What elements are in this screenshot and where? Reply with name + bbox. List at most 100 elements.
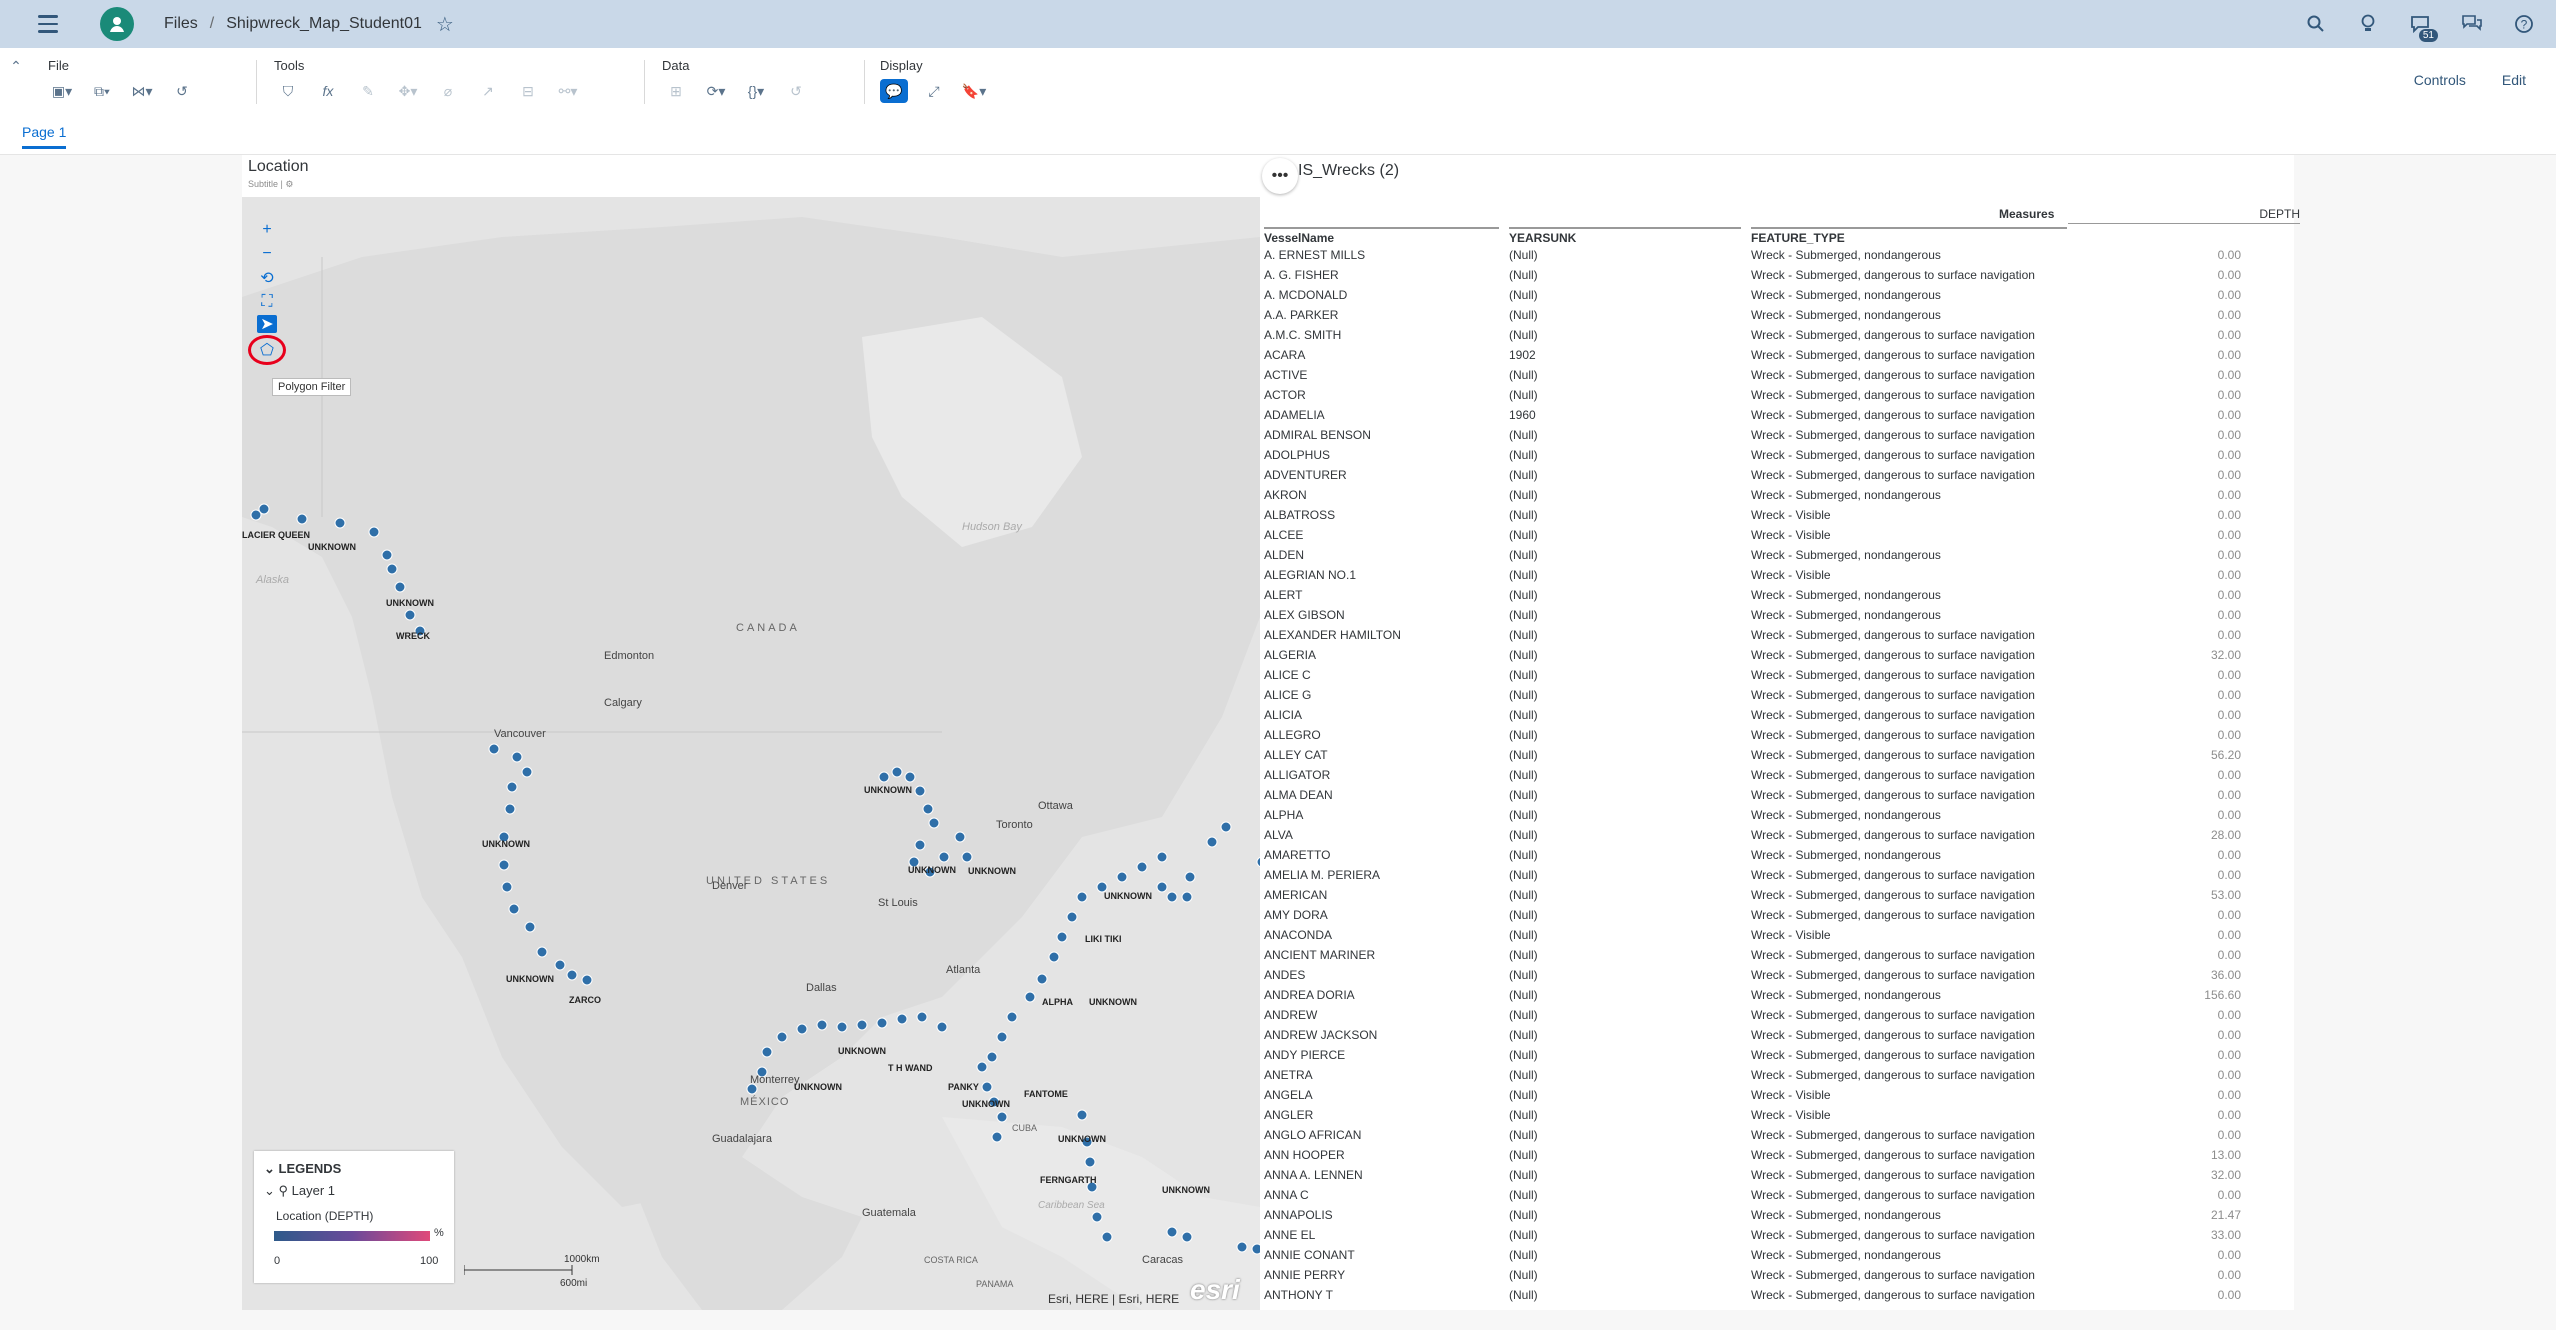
fit-extent-icon[interactable]: ⛶ bbox=[255, 291, 279, 313]
table-row[interactable]: ANGLO AFRICAN (Null) Wreck - Submerged, da… bbox=[1264, 1125, 2304, 1145]
table-row[interactable]: ALGERIA (Null) Wreck - Submerged, dangerou… bbox=[1264, 645, 2304, 665]
bookmark-icon[interactable]: 🔖▾ bbox=[960, 79, 988, 103]
table-row[interactable]: ACTOR (Null) Wreck - Submerged, dangerous … bbox=[1264, 385, 2304, 405]
data-source-icon[interactable]: ⊞ bbox=[662, 79, 690, 103]
move-icon[interactable]: ✥▾ bbox=[394, 79, 422, 103]
legend-header[interactable]: ⌄ LEGENDS bbox=[264, 1161, 341, 1177]
notifications-icon[interactable]: 51 bbox=[2408, 12, 2438, 42]
table-row[interactable]: ANN HOOPER (Null) Wreck - Submerged, dange… bbox=[1264, 1145, 2304, 1165]
table-row[interactable]: ALMA DEAN (Null) Wreck - Submerged, danger… bbox=[1264, 785, 2304, 805]
table-row[interactable]: ANNA A. LENNEN (Null) Wreck - Submerged, d… bbox=[1264, 1165, 2304, 1185]
table-row[interactable]: ALEX GIBSON (Null) Wreck - Submerged, nond… bbox=[1264, 605, 2304, 625]
legend-layer[interactable]: ⌄ ⚲ Layer 1 bbox=[264, 1183, 335, 1199]
table-row[interactable]: A. MCDONALD (Null) Wreck - Submerged, nond… bbox=[1264, 285, 2304, 305]
table-row[interactable]: ADMIRAL BENSON (Null) Wreck - Submerged, d… bbox=[1264, 425, 2304, 445]
table-row[interactable]: ALICE G (Null) Wreck - Submerged, dangerou… bbox=[1264, 685, 2304, 705]
zoom-out-icon[interactable]: − bbox=[255, 243, 279, 265]
table-row[interactable]: ANNAPOLIS (Null) Wreck - Submerged, nondan… bbox=[1264, 1205, 2304, 1225]
link-icon[interactable]: ⚯▾ bbox=[554, 79, 582, 103]
table-row[interactable]: AMELIA M. PERIERA (Null) Wreck - Submerged… bbox=[1264, 865, 2304, 885]
hamburger-menu-icon[interactable] bbox=[34, 10, 62, 38]
table-row[interactable]: ANDREA DORIA (Null) Wreck - Submerged, non… bbox=[1264, 985, 2304, 1005]
more-options-icon[interactable]: ••• bbox=[1262, 158, 1298, 194]
table-row[interactable]: ALDEN (Null) Wreck - Submerged, nondangero… bbox=[1264, 545, 2304, 565]
table-row[interactable]: AMERICAN (Null) Wreck - Submerged, dangero… bbox=[1264, 885, 2304, 905]
polygon-filter-icon[interactable]: ⬠ bbox=[248, 335, 286, 365]
comment-icon[interactable]: 💬 bbox=[880, 79, 908, 103]
chat-icon[interactable] bbox=[2460, 12, 2484, 36]
select-arrow-icon[interactable]: ➤ bbox=[257, 315, 277, 333]
tab-page-1[interactable]: Page 1 bbox=[22, 124, 67, 149]
column-header-vesselname[interactable]: VesselName bbox=[1264, 227, 1499, 245]
table-row[interactable]: ANNA C (Null) Wreck - Submerged, dangerous… bbox=[1264, 1185, 2304, 1205]
table-row[interactable]: ALLEGRO (Null) Wreck - Submerged, dangerou… bbox=[1264, 725, 2304, 745]
table-row[interactable]: ALLIGATOR (Null) Wreck - Submerged, danger… bbox=[1264, 765, 2304, 785]
table-row[interactable]: ADOLPHUS (Null) Wreck - Submerged, dangero… bbox=[1264, 445, 2304, 465]
formula-icon[interactable]: fx bbox=[314, 79, 342, 103]
clear-filter-icon[interactable]: ⌀ bbox=[434, 79, 462, 103]
table-row[interactable]: ANDY PIERCE (Null) Wreck - Submerged, dang… bbox=[1264, 1045, 2304, 1065]
undo-data-icon[interactable]: ↺ bbox=[782, 79, 810, 103]
filter-icon[interactable]: ⛉ bbox=[274, 79, 302, 103]
table-row[interactable]: ALICE C (Null) Wreck - Submerged, dangerou… bbox=[1264, 665, 2304, 685]
table-row[interactable]: ADAMELIA 1960 Wreck - Submerged, dangerous… bbox=[1264, 405, 2304, 425]
favorite-star-icon[interactable]: ☆ bbox=[436, 12, 454, 37]
breadcrumb-files[interactable]: Files bbox=[164, 15, 198, 33]
fullscreen-icon[interactable]: ⤢ bbox=[920, 79, 948, 103]
code-braces-icon[interactable]: {}▾ bbox=[742, 79, 770, 103]
reset-view-icon[interactable]: ⟲ bbox=[255, 267, 279, 289]
table-row[interactable]: ANDREW (Null) Wreck - Submerged, dangerous… bbox=[1264, 1005, 2304, 1025]
table-row[interactable]: AKRON (Null) Wreck - Submerged, nondangero… bbox=[1264, 485, 2304, 505]
zoom-in-icon[interactable]: + bbox=[255, 219, 279, 241]
table-row[interactable]: A. ERNEST MILLS (Null) Wreck - Submerged, … bbox=[1264, 245, 2304, 265]
table-row[interactable]: AMARETTO (Null) Wreck - Submerged, nondang… bbox=[1264, 845, 2304, 865]
table-row[interactable]: ACTIVE (Null) Wreck - Submerged, dangerous… bbox=[1264, 365, 2304, 385]
lightbulb-icon[interactable] bbox=[2356, 12, 2380, 36]
table-row[interactable]: ANNIE CONANT (Null) Wreck - Submerged, non… bbox=[1264, 1245, 2304, 1265]
copy-icon[interactable]: ⧉▾ bbox=[88, 79, 116, 103]
geo-map[interactable]: Hudson Bay CANADA Edmonton Calgary Vanco… bbox=[242, 197, 1260, 1310]
table-row[interactable]: ANGLER (Null) Wreck - Visible 0.00 bbox=[1264, 1105, 2304, 1125]
collapse-toolbar-icon[interactable]: ⌃ bbox=[2, 54, 30, 78]
table-row[interactable]: ALEXANDER HAMILTON (Null) Wreck - Submerge… bbox=[1264, 625, 2304, 645]
table-row[interactable]: ANACONDA (Null) Wreck - Visible 0.00 bbox=[1264, 925, 2304, 945]
compare-icon[interactable]: ⊟ bbox=[514, 79, 542, 103]
edit-pencil-icon[interactable]: ✎ bbox=[354, 79, 382, 103]
table-row[interactable]: ANGELA (Null) Wreck - Visible 0.00 bbox=[1264, 1085, 2304, 1105]
table-row[interactable]: A.M.C. SMITH (Null) Wreck - Submerged, dan… bbox=[1264, 325, 2304, 345]
table-row[interactable]: ALCEE (Null) Wreck - Visible 0.00 bbox=[1264, 525, 2304, 545]
table-row[interactable]: ACARA 1902 Wreck - Submerged, dangerous to… bbox=[1264, 345, 2304, 365]
avatar[interactable] bbox=[100, 7, 134, 41]
edit-link[interactable]: Edit bbox=[2502, 72, 2526, 88]
table-row[interactable]: ALPHA (Null) Wreck - Submerged, nondangero… bbox=[1264, 805, 2304, 825]
table-row[interactable]: ANTHONY T (Null) Wreck - Submerged, danger… bbox=[1264, 1285, 2304, 1305]
table-row[interactable]: ANNIE PERRY (Null) Wreck - Submerged, dang… bbox=[1264, 1265, 2304, 1285]
table-row[interactable]: ALICIA (Null) Wreck - Submerged, dangerous… bbox=[1264, 705, 2304, 725]
column-header-feature-type[interactable]: FEATURE_TYPE bbox=[1751, 227, 2067, 245]
table-row[interactable]: ANCIENT MARINER (Null) Wreck - Submerged, … bbox=[1264, 945, 2304, 965]
history-icon[interactable]: ↺ bbox=[168, 79, 196, 103]
table-row[interactable]: ANDREW JACKSON (Null) Wreck - Submerged, d… bbox=[1264, 1025, 2304, 1045]
search-icon[interactable] bbox=[2304, 12, 2328, 36]
controls-link[interactable]: Controls bbox=[2414, 72, 2466, 88]
help-icon[interactable]: ? bbox=[2512, 12, 2536, 36]
table-row[interactable]: ALERT (Null) Wreck - Submerged, nondangero… bbox=[1264, 585, 2304, 605]
vessel-name-cell: AMARETTO bbox=[1264, 848, 1331, 862]
table-row[interactable]: A. G. FISHER (Null) Wreck - Submerged, dan… bbox=[1264, 265, 2304, 285]
table-row[interactable]: AMY DORA (Null) Wreck - Submerged, dangero… bbox=[1264, 905, 2304, 925]
table-row[interactable]: ANDES (Null) Wreck - Submerged, dangerous … bbox=[1264, 965, 2304, 985]
feature-type-cell: Wreck - Submerged, dangerous to surface … bbox=[1751, 368, 2035, 382]
save-icon[interactable]: ▣▾ bbox=[48, 79, 76, 103]
table-row[interactable]: ADVENTURER (Null) Wreck - Submerged, dange… bbox=[1264, 465, 2304, 485]
table-row[interactable]: ALVA (Null) Wreck - Submerged, dangerous t… bbox=[1264, 825, 2304, 845]
drill-icon[interactable]: ↗ bbox=[474, 79, 502, 103]
table-row[interactable]: ALBATROSS (Null) Wreck - Visible 0.00 bbox=[1264, 505, 2304, 525]
table-row[interactable]: ANETRA (Null) Wreck - Submerged, dangerous… bbox=[1264, 1065, 2304, 1085]
table-row[interactable]: ANNE EL (Null) Wreck - Submerged, dangerou… bbox=[1264, 1225, 2304, 1245]
column-header-yearsunk[interactable]: YEARSUNK bbox=[1509, 227, 1741, 245]
table-row[interactable]: ALEGRIAN NO.1 (Null) Wreck - Visible 0.00 bbox=[1264, 565, 2304, 585]
share-icon[interactable]: ⋈▾ bbox=[128, 79, 156, 103]
table-row[interactable]: A.A. PARKER (Null) Wreck - Submerged, nond… bbox=[1264, 305, 2304, 325]
table-row[interactable]: ALLEY CAT (Null) Wreck - Submerged, danger… bbox=[1264, 745, 2304, 765]
refresh-icon[interactable]: ⟳▾ bbox=[702, 79, 730, 103]
